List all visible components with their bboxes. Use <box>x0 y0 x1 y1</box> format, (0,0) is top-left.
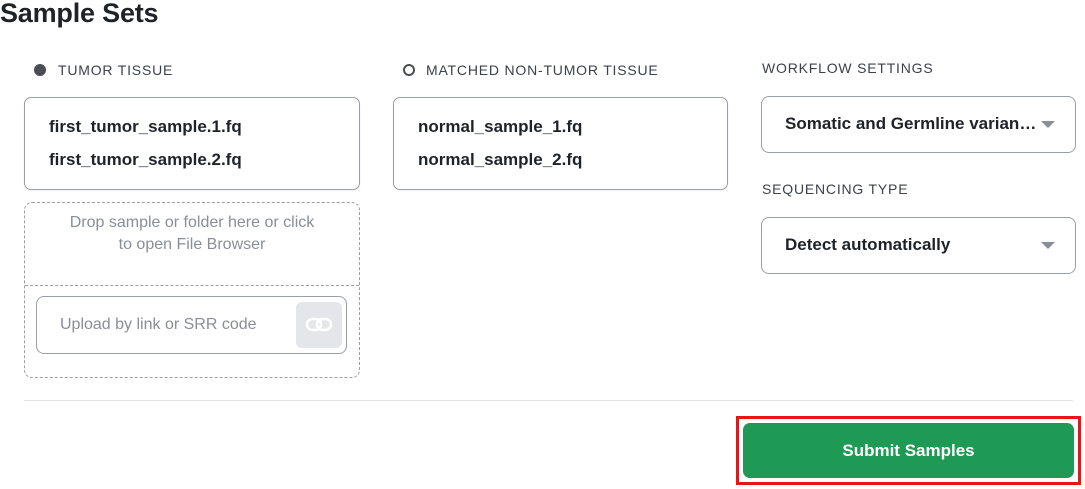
submit-samples-button[interactable]: Submit Samples <box>743 423 1074 478</box>
section-divider <box>24 400 1073 401</box>
tumor-file-1[interactable]: first_tumor_sample.1.fq <box>49 117 242 137</box>
sequencing-select-value[interactable]: Detect automatically <box>785 235 1039 255</box>
upload-link-input[interactable]: Upload by link or SRR code <box>36 296 347 354</box>
sequencing-type-label: SEQUENCING TYPE <box>762 181 909 197</box>
upload-link-placeholder[interactable]: Upload by link or SRR code <box>60 316 257 334</box>
drop-zone-divider <box>25 285 359 286</box>
chevron-down-icon[interactable] <box>1041 242 1055 249</box>
normal-file-list[interactable]: normal_sample_1.fq normal_sample_2.fq <box>393 97 728 190</box>
chevron-down-icon[interactable] <box>1041 121 1055 128</box>
page-title: Sample Sets <box>0 0 159 28</box>
tumor-drop-zone[interactable]: Drop sample or folder here or click to o… <box>24 202 360 378</box>
workflow-settings-label: WORKFLOW SETTINGS <box>762 60 934 76</box>
workflow-select[interactable]: Somatic and Germline variant calling <box>761 96 1076 153</box>
workflow-select-value[interactable]: Somatic and Germline variant calling <box>785 114 1039 134</box>
sequencing-select[interactable]: Detect automatically <box>761 217 1076 274</box>
upload-link-button[interactable] <box>296 302 342 348</box>
link-icon <box>305 317 333 332</box>
sample-sets-page: Sample Sets TUMOR TISSUE first_tumor_sam… <box>0 0 1085 489</box>
normal-file-1[interactable]: normal_sample_1.fq <box>418 117 582 137</box>
tumor-tissue-label: TUMOR TISSUE <box>58 62 174 78</box>
tumor-file-2[interactable]: first_tumor_sample.2.fq <box>49 150 242 170</box>
normal-radio[interactable] <box>403 64 415 76</box>
tumor-radio-selected[interactable] <box>34 64 46 76</box>
normal-tissue-label: MATCHED NON-TUMOR TISSUE <box>426 62 659 78</box>
drop-zone-text[interactable]: Drop sample or folder here or click to o… <box>65 212 319 256</box>
normal-file-2[interactable]: normal_sample_2.fq <box>418 150 582 170</box>
tumor-file-list[interactable]: first_tumor_sample.1.fq first_tumor_samp… <box>24 97 360 190</box>
